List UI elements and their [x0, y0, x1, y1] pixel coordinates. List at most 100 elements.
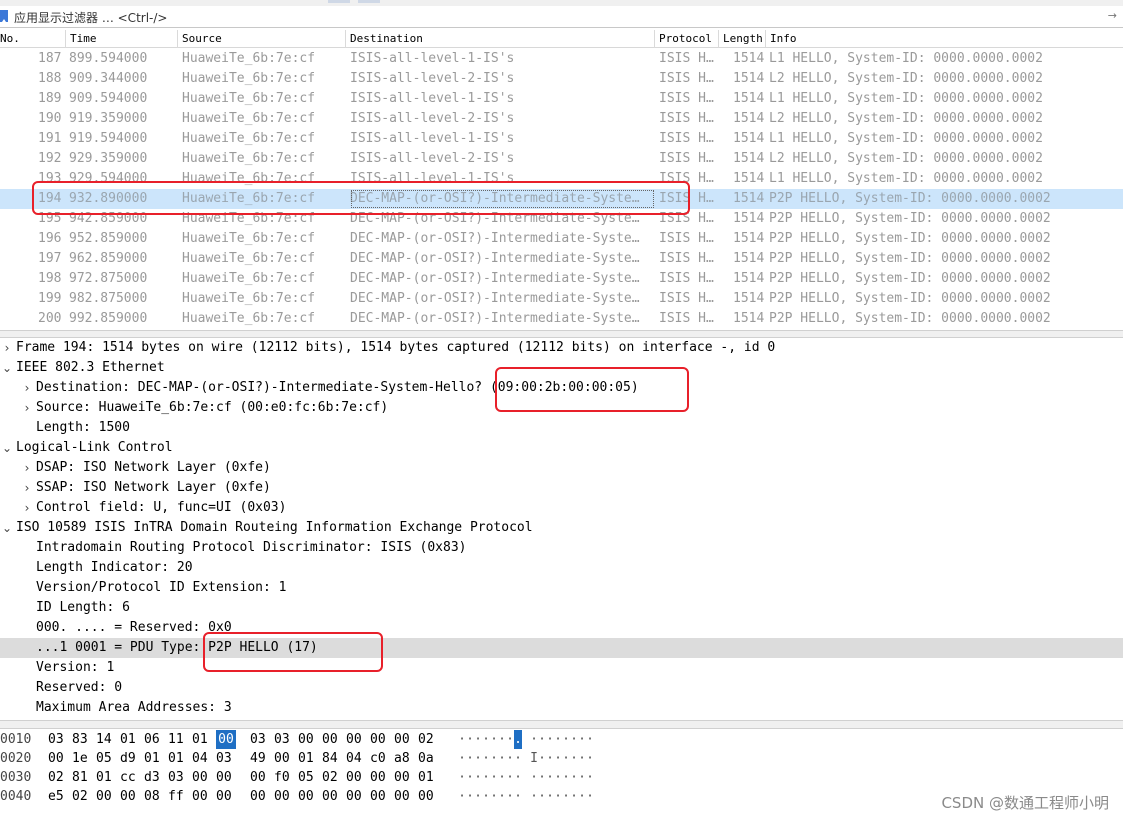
- ascii-char[interactable]: ·: [514, 749, 522, 768]
- pane-splitter[interactable]: [0, 330, 1123, 338]
- ascii-char[interactable]: ·: [458, 787, 466, 806]
- detail-row[interactable]: ...1 0001 = PDU Type: P2P HELLO (17): [0, 638, 1123, 658]
- ascii-char[interactable]: ·: [562, 768, 570, 787]
- ascii-char[interactable]: ·: [586, 768, 594, 787]
- ascii-char[interactable]: ·: [530, 730, 538, 749]
- ascii-char[interactable]: ·: [498, 730, 506, 749]
- ascii-char[interactable]: ·: [506, 768, 514, 787]
- hex-byte[interactable]: 49: [250, 749, 270, 768]
- hex-byte[interactable]: 00: [250, 768, 270, 787]
- column-header-length[interactable]: Length: [719, 30, 766, 48]
- packet-row[interactable]: 196 952.859000 HuaweiTe_6b:7e:cf DEC-MAP-(o…: [0, 229, 1123, 249]
- detail-row[interactable]: Version: 1: [0, 658, 1123, 678]
- ascii-char[interactable]: ·: [562, 749, 570, 768]
- packet-row[interactable]: 188 909.344000 HuaweiTe_6b:7e:cf ISIS-all-l…: [0, 69, 1123, 89]
- ascii-char[interactable]: ·: [506, 730, 514, 749]
- ascii-char[interactable]: ·: [474, 730, 482, 749]
- packet-row[interactable]: 191 919.594000 HuaweiTe_6b:7e:cf ISIS-all-l…: [0, 129, 1123, 149]
- packet-row[interactable]: 189 909.594000 HuaweiTe_6b:7e:cf ISIS-all-l…: [0, 89, 1123, 109]
- packet-list[interactable]: 187 899.594000 HuaweiTe_6b:7e:cf ISIS-all-l…: [0, 49, 1123, 330]
- hex-byte[interactable]: 00: [96, 787, 116, 806]
- detail-row[interactable]: Length Indicator: 20: [0, 558, 1123, 578]
- ascii-char[interactable]: ·: [458, 768, 466, 787]
- ascii-char[interactable]: ·: [562, 787, 570, 806]
- ascii-char[interactable]: .: [514, 730, 522, 749]
- hex-byte[interactable]: 00: [120, 787, 140, 806]
- hex-byte[interactable]: 02: [322, 768, 342, 787]
- hex-byte[interactable]: 06: [144, 730, 164, 749]
- hex-byte[interactable]: 00: [192, 787, 212, 806]
- hex-byte[interactable]: 00: [216, 730, 236, 749]
- column-header-source[interactable]: Source: [178, 30, 346, 48]
- column-header-info[interactable]: Info: [766, 30, 1123, 48]
- hex-byte[interactable]: 00: [216, 768, 236, 787]
- detail-row[interactable]: ID Length: 6: [0, 598, 1123, 618]
- hex-byte[interactable]: ff: [168, 787, 188, 806]
- hex-byte[interactable]: 03: [274, 730, 294, 749]
- hex-byte[interactable]: 11: [168, 730, 188, 749]
- ascii-char[interactable]: ·: [570, 768, 578, 787]
- display-filter-input[interactable]: 应用显示过滤器 … <Ctrl-/>: [14, 9, 167, 26]
- hex-byte[interactable]: 02: [72, 787, 92, 806]
- ascii-char[interactable]: ·: [554, 768, 562, 787]
- ascii-char[interactable]: ·: [466, 787, 474, 806]
- ascii-char[interactable]: ·: [474, 749, 482, 768]
- column-header-destination[interactable]: Destination: [346, 30, 655, 48]
- hex-byte[interactable]: 00: [274, 749, 294, 768]
- hex-byte[interactable]: 03: [48, 730, 68, 749]
- hex-row[interactable]: 0030 02 81 01 cc d3 03 00 00 00 f0 05 02 00 00 00 01 ····…: [0, 768, 1123, 787]
- ascii-char[interactable]: ·: [506, 749, 514, 768]
- ascii-char[interactable]: ·: [570, 749, 578, 768]
- ascii-char[interactable]: ·: [586, 787, 594, 806]
- hex-byte[interactable]: 00: [192, 768, 212, 787]
- hex-byte[interactable]: 05: [96, 749, 116, 768]
- ascii-char[interactable]: ·: [482, 730, 490, 749]
- chevron-right-icon[interactable]: ›: [21, 378, 33, 398]
- ascii-char[interactable]: ·: [570, 730, 578, 749]
- hex-byte[interactable]: 00: [298, 787, 318, 806]
- ascii-char[interactable]: ·: [498, 749, 506, 768]
- hex-byte[interactable]: 0a: [418, 749, 438, 768]
- ascii-char[interactable]: ·: [538, 768, 546, 787]
- detail-row[interactable]: Intradomain Routing Protocol Discriminat…: [0, 538, 1123, 558]
- hex-byte[interactable]: 01: [418, 768, 438, 787]
- hex-row[interactable]: 0020 00 1e 05 d9 01 01 04 03 49 00 01 84 04 c0 a8 0a ····…: [0, 749, 1123, 768]
- chevron-right-icon[interactable]: ›: [21, 398, 33, 418]
- ascii-char[interactable]: ·: [458, 749, 466, 768]
- detail-row[interactable]: › Source: HuaweiTe_6b:7e:cf (00:e0:fc:6b:…: [0, 398, 1123, 418]
- hex-byte[interactable]: 04: [192, 749, 212, 768]
- hex-byte[interactable]: 00: [346, 768, 366, 787]
- hex-byte[interactable]: 00: [346, 787, 366, 806]
- ascii-char[interactable]: ·: [578, 787, 586, 806]
- ascii-char[interactable]: ·: [554, 749, 562, 768]
- detail-row[interactable]: › Control field: U, func=UI (0x03): [0, 498, 1123, 518]
- ascii-char[interactable]: ·: [578, 749, 586, 768]
- ascii-char[interactable]: ·: [458, 730, 466, 749]
- ascii-char[interactable]: ·: [546, 749, 554, 768]
- ascii-char[interactable]: ·: [538, 787, 546, 806]
- hex-byte[interactable]: 00: [250, 787, 270, 806]
- pane-splitter[interactable]: [0, 720, 1123, 729]
- chevron-right-icon[interactable]: ›: [21, 498, 33, 518]
- hex-byte[interactable]: 00: [394, 787, 414, 806]
- detail-row[interactable]: › Frame 194: 1514 bytes on wire (12112 bi…: [0, 338, 1123, 358]
- column-header-time[interactable]: Time: [66, 30, 178, 48]
- ascii-char[interactable]: ·: [482, 749, 490, 768]
- ascii-char[interactable]: ·: [538, 749, 546, 768]
- ascii-char[interactable]: ·: [490, 730, 498, 749]
- ascii-char[interactable]: ·: [546, 787, 554, 806]
- hex-byte[interactable]: 00: [298, 730, 318, 749]
- ascii-char[interactable]: ·: [554, 787, 562, 806]
- column-header-no[interactable]: No.: [0, 30, 66, 48]
- packet-row[interactable]: 198 972.875000 HuaweiTe_6b:7e:cf DEC-MAP-(o…: [0, 269, 1123, 289]
- hex-byte[interactable]: 00: [370, 787, 390, 806]
- ascii-char[interactable]: ·: [586, 749, 594, 768]
- ascii-char[interactable]: ·: [562, 730, 570, 749]
- hex-byte[interactable]: f0: [274, 768, 294, 787]
- hex-byte[interactable]: 01: [144, 749, 164, 768]
- ascii-char[interactable]: ·: [498, 768, 506, 787]
- ascii-char[interactable]: ·: [482, 768, 490, 787]
- hex-byte[interactable]: 03: [250, 730, 270, 749]
- hex-byte[interactable]: 02: [418, 730, 438, 749]
- hex-byte[interactable]: 00: [370, 768, 390, 787]
